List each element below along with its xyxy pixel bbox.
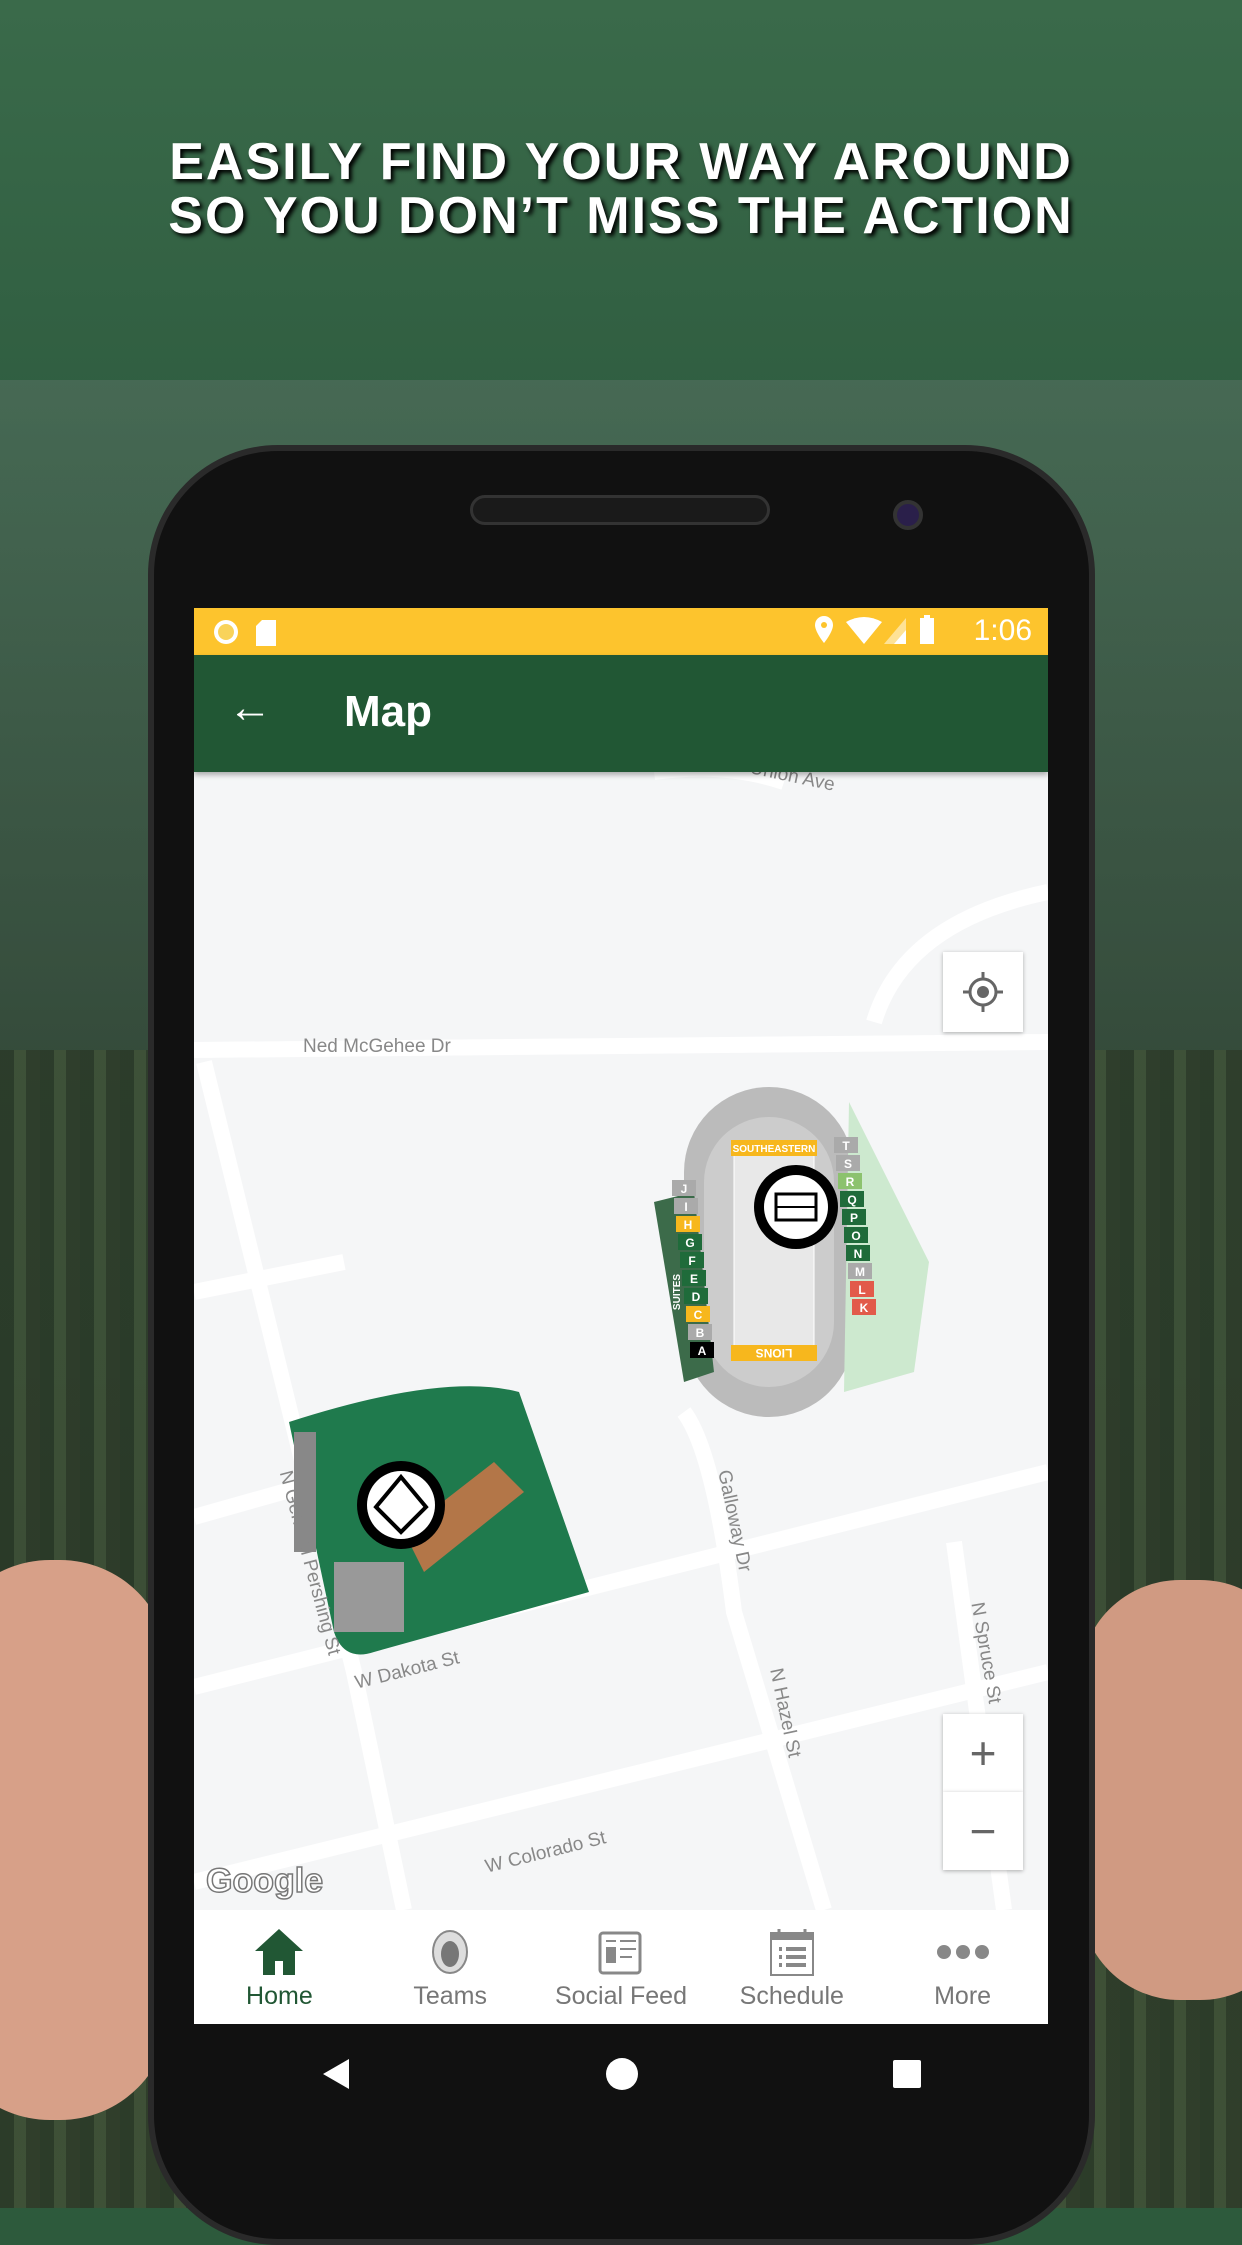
headline: EASILY FIND YOUR WAY AROUND SO YOU DON’T… [168, 133, 1074, 245]
svg-text:T: T [842, 1139, 850, 1153]
football-stadium: SOUTHEASTERN LIONS SUITES J I H G F E D … [654, 1087, 929, 1417]
notification-icons [214, 620, 276, 646]
hand-thumb [0, 1560, 170, 2120]
google-logo: Google [205, 1861, 324, 1901]
nav-more[interactable]: More [877, 1910, 1048, 2024]
app-toolbar: ← Map [194, 655, 1048, 772]
map-canvas: SOUTHEASTERN LIONS SUITES J I H G F E D … [194, 772, 1048, 1910]
svg-text:I: I [684, 1200, 687, 1214]
crosshair-icon [963, 972, 1003, 1012]
my-location-button[interactable] [943, 952, 1023, 1032]
svg-text:G: G [685, 1236, 694, 1250]
newspaper-icon [598, 1931, 642, 1975]
nav-home[interactable]: Home [194, 1910, 365, 2024]
zoom-out-button[interactable]: − [943, 1792, 1023, 1870]
svg-text:L: L [858, 1283, 865, 1297]
home-circle-icon[interactable] [604, 2056, 640, 2092]
street-label: Ned McGehee Dr [303, 1036, 451, 1057]
home-icon [255, 1929, 304, 1975]
status-time: 1:06 [973, 614, 1032, 647]
stadium-label-lions: LIONS [756, 1346, 793, 1360]
svg-text:K: K [860, 1301, 869, 1315]
svg-text:A: A [698, 1344, 707, 1358]
nav-teams[interactable]: Teams [365, 1910, 536, 2024]
svg-text:P: P [850, 1211, 858, 1225]
map-view[interactable]: SOUTHEASTERN LIONS SUITES J I H G F E D … [194, 757, 1048, 1910]
system-status-icons [815, 615, 934, 644]
svg-text:F: F [688, 1254, 695, 1268]
svg-text:M: M [855, 1265, 865, 1279]
svg-text:B: B [696, 1326, 705, 1340]
calendar-list-icon [769, 1929, 814, 1976]
svg-text:Q: Q [847, 1193, 856, 1207]
app-screen: 1:06 ← Map SOUTHEASTERN LIONS SUITES J I… [194, 608, 1048, 2024]
svg-text:E: E [690, 1272, 698, 1286]
page-title: Map [344, 687, 432, 736]
lion-icon [432, 1930, 469, 1974]
svg-text:N: N [854, 1247, 863, 1261]
svg-text:H: H [684, 1218, 693, 1232]
svg-text:S: S [844, 1157, 852, 1171]
phone-camera [893, 500, 923, 530]
svg-text:O: O [851, 1229, 860, 1243]
system-navigation-bar [194, 2024, 1048, 2124]
nav-social-feed[interactable]: Social Feed [536, 1910, 707, 2024]
phone-speaker [470, 495, 770, 525]
hand-fingers [1080, 1580, 1242, 2000]
svg-text:R: R [846, 1175, 855, 1189]
stadium-label-suites: SUITES [672, 1274, 683, 1310]
bottom-navigation: Home Teams Social Feed Schedule More [194, 1910, 1048, 2024]
svg-text:J: J [681, 1182, 688, 1196]
nav-schedule[interactable]: Schedule [706, 1910, 877, 2024]
recents-square-icon[interactable] [891, 2058, 923, 2090]
status-bar: 1:06 [194, 608, 1048, 655]
stadium-label-southeastern: SOUTHEASTERN [733, 1144, 816, 1155]
svg-text:C: C [694, 1308, 703, 1322]
more-dots-icon [936, 1945, 989, 1959]
back-triangle-icon[interactable] [319, 2057, 353, 2091]
zoom-in-button[interactable]: + [943, 1714, 1023, 1792]
svg-text:D: D [692, 1290, 701, 1304]
back-arrow-icon[interactable]: ← [228, 683, 272, 733]
